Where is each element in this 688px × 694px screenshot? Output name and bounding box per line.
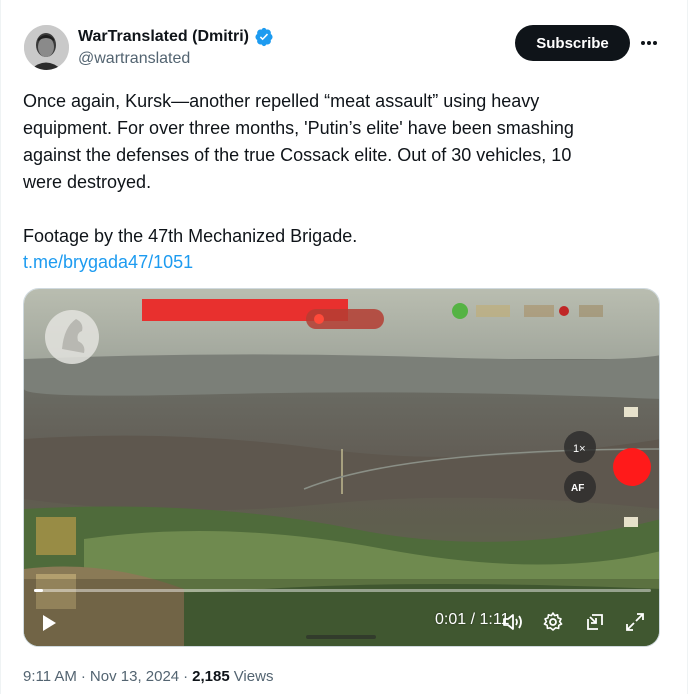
avatar-image [24,25,69,70]
display-name[interactable]: WarTranslated (Dmitri) [78,28,249,46]
pip-icon[interactable] [584,611,606,638]
video-time: 0:01 / 1:11 [435,611,510,628]
post-date[interactable]: Nov 13, 2024 [90,668,179,685]
views-count: 2,185 [192,668,230,685]
views-label: Views [233,668,274,685]
progress-bar[interactable] [34,589,651,592]
handle[interactable]: @wartranslated [78,50,190,68]
tweet-meta: 9:11 AM · Nov 13, 2024 · 2,185 Views [23,668,273,685]
volume-icon[interactable] [501,611,525,638]
name-row: WarTranslated (Dmitri) [78,27,274,47]
progress-fill [34,589,43,592]
separator: · [183,668,189,685]
tweet-link[interactable]: t.me/brygada47/1051 [23,249,193,276]
play-icon[interactable] [38,612,60,639]
post-time[interactable]: 9:11 AM [23,668,77,685]
verified-badge-icon [254,27,274,47]
video-player[interactable]: 1× AF 0:01 / 1:11 [23,288,660,647]
settings-icon[interactable] [542,611,564,638]
separator: · [80,668,86,685]
avatar[interactable] [24,25,69,70]
svg-text:1×: 1× [573,443,586,455]
svg-text:AF: AF [571,483,584,494]
more-icon[interactable] [637,31,661,55]
subscribe-button[interactable]: Subscribe [515,25,630,61]
tweet-card: WarTranslated (Dmitri) @wartranslated Su… [0,0,688,694]
fullscreen-icon[interactable] [624,611,646,638]
video-frame: 1× AF [24,289,659,646]
tweet-text: Once again, Kursk—another repelled “meat… [23,91,574,246]
